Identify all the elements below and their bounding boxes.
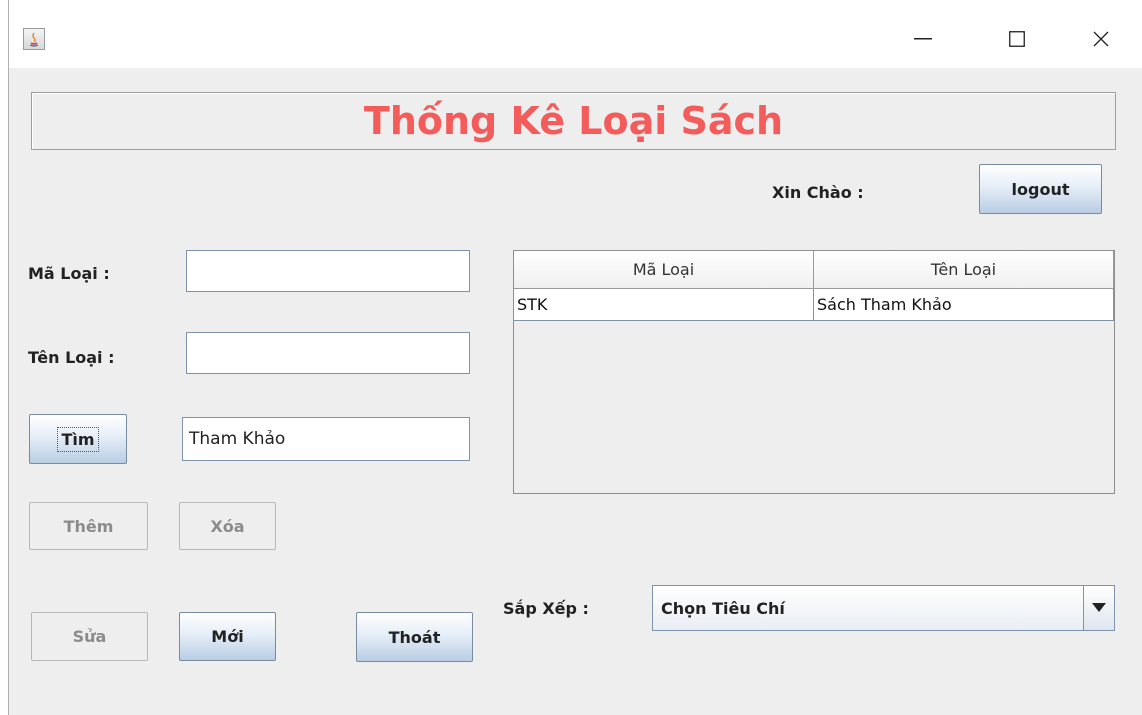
dropdown-arrow-icon[interactable] bbox=[1083, 586, 1114, 630]
ma-loai-label: Mã Loại : bbox=[28, 264, 110, 283]
maximize-button[interactable] bbox=[997, 22, 1037, 56]
table-header: Mã Loại Tên Loại bbox=[514, 251, 1114, 289]
title-banner: Thống Kê Loại Sách bbox=[31, 92, 1116, 150]
close-icon bbox=[1093, 31, 1109, 47]
close-button[interactable] bbox=[1081, 22, 1121, 56]
page-title: Thống Kê Loại Sách bbox=[363, 99, 784, 143]
sort-select[interactable]: Chọn Tiêu Chí bbox=[652, 585, 1115, 631]
main-panel: Thống Kê Loại Sách Xin Chào : logout Mã … bbox=[9, 68, 1142, 715]
column-header-ten-loai[interactable]: Tên Loại bbox=[814, 251, 1114, 289]
greeting-label: Xin Chào : bbox=[772, 183, 864, 202]
sort-selected-value: Chọn Tiêu Chí bbox=[661, 598, 785, 618]
loai-sach-table: Mã Loại Tên Loại STK Sách Tham Khảo bbox=[513, 250, 1115, 494]
ma-loai-input[interactable] bbox=[186, 250, 470, 292]
ten-loai-label: Tên Loại : bbox=[28, 348, 115, 367]
cell-ten-loai[interactable]: Sách Tham Khảo bbox=[814, 289, 1114, 320]
cell-ma-loai[interactable]: STK bbox=[514, 289, 814, 320]
sort-label: Sắp Xếp : bbox=[503, 599, 589, 618]
java-app-icon bbox=[23, 28, 45, 50]
xoa-button[interactable]: Xóa bbox=[179, 502, 276, 550]
tim-button[interactable]: Tìm bbox=[29, 414, 127, 464]
ten-loai-input[interactable] bbox=[186, 332, 470, 374]
maximize-icon bbox=[1009, 31, 1025, 47]
minimize-icon bbox=[914, 38, 932, 40]
column-header-ma-loai[interactable]: Mã Loại bbox=[514, 251, 814, 289]
moi-button[interactable]: Mới bbox=[179, 612, 276, 661]
them-button[interactable]: Thêm bbox=[29, 502, 148, 550]
table-row[interactable]: STK Sách Tham Khảo bbox=[514, 289, 1114, 321]
search-input[interactable]: Tham Khảo bbox=[182, 417, 470, 461]
logout-button[interactable]: logout bbox=[979, 164, 1102, 214]
thoat-button[interactable]: Thoát bbox=[356, 612, 473, 662]
minimize-button[interactable] bbox=[903, 22, 943, 56]
app-window: Thống Kê Loại Sách Xin Chào : logout Mã … bbox=[0, 0, 1142, 715]
tim-button-label: Tìm bbox=[57, 426, 99, 452]
sua-button[interactable]: Sửa bbox=[31, 612, 148, 661]
title-bar bbox=[9, 0, 1142, 68]
